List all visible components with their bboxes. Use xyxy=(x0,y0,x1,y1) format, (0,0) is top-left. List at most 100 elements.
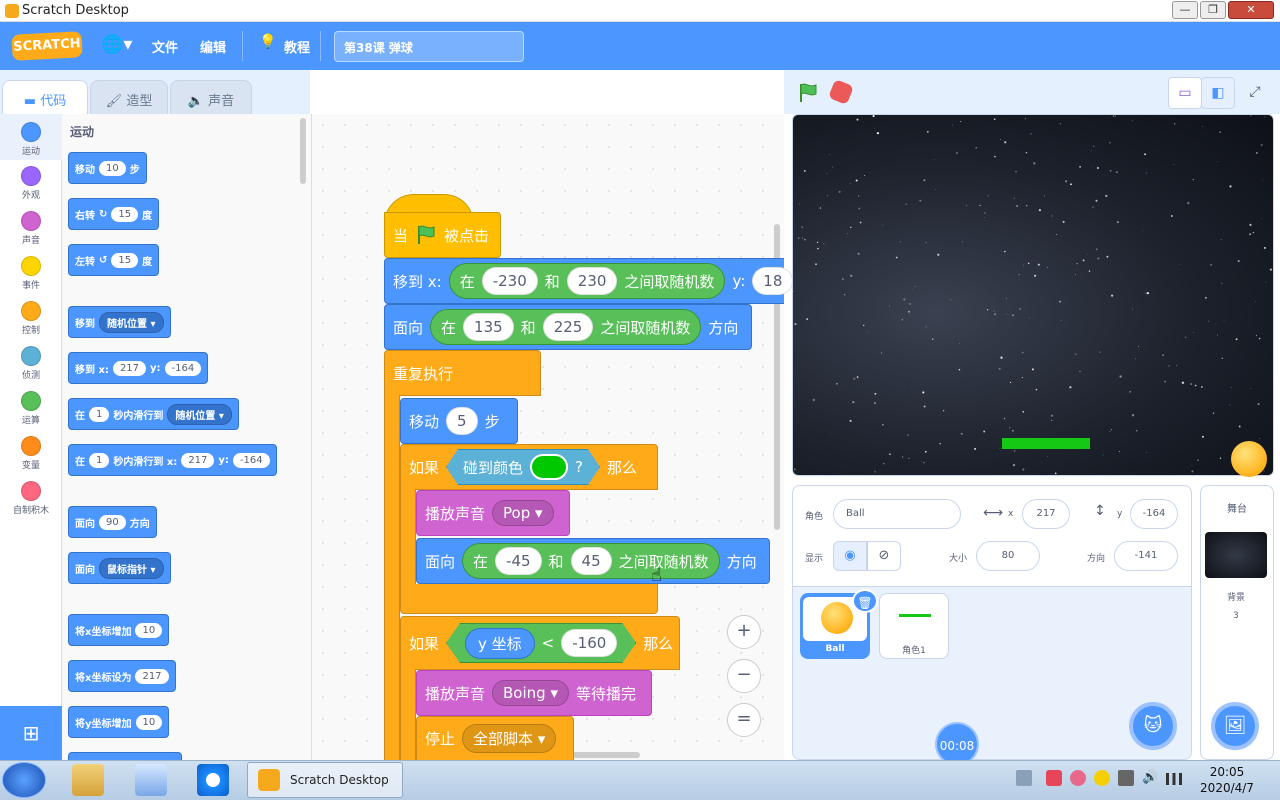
tab-sounds[interactable]: 🔈 声音 xyxy=(170,80,252,114)
menu-file[interactable]: 文件 xyxy=(152,37,178,56)
tray-device-icon[interactable] xyxy=(1118,770,1134,786)
category-my-blocks[interactable]: 自制积木 xyxy=(0,481,62,516)
block-input[interactable]: 217 xyxy=(112,360,147,376)
category-operators[interactable]: 运算 xyxy=(0,391,62,426)
category-motion[interactable]: 运动 xyxy=(0,114,62,160)
play-sound-block[interactable]: 播放声音 Pop ▾ xyxy=(416,490,570,536)
y-input[interactable]: -164 xyxy=(1130,499,1178,529)
play-sound-until-done-block[interactable]: 播放声音 Boing ▾ 等待播完 xyxy=(416,670,652,716)
if-then-block[interactable]: 如果 碰到颜色 ? 那么 xyxy=(400,444,658,490)
zoom-in-button[interactable]: + xyxy=(727,615,761,649)
block-turn-right[interactable]: 右转 ↻ 15 度 xyxy=(68,198,160,230)
less-than-operator[interactable]: y 坐标 < -160 xyxy=(446,623,636,663)
tab-code[interactable]: ▬ 代码 xyxy=(2,80,88,114)
block-input[interactable]: 15 xyxy=(111,252,139,268)
block-point-direction[interactable]: 面向 90 方向 xyxy=(68,506,157,538)
maximize-button[interactable]: ❐ xyxy=(1200,1,1226,19)
go-to-xy-block[interactable]: 移到 x: 在 -230 和 230 之间取随机数 y: 18 xyxy=(384,258,794,304)
block-glide-to-xy[interactable]: 在 1 秒内滑行到 x: 217 y: -164 xyxy=(68,444,277,476)
block-input[interactable]: -164 xyxy=(232,452,270,468)
close-button[interactable]: ✕ xyxy=(1228,1,1274,19)
random-min-input[interactable]: -230 xyxy=(481,267,538,295)
stop-block[interactable]: 停止 全部脚本 ▾ xyxy=(416,716,574,760)
x-input[interactable]: 217 xyxy=(1022,499,1070,529)
minimize-button[interactable]: — xyxy=(1172,1,1198,19)
block-dropdown[interactable]: 鼠标指针 ▾ xyxy=(99,557,164,579)
block-input[interactable]: 10 xyxy=(99,160,126,176)
block-input[interactable]: 10 xyxy=(135,714,163,730)
y-input[interactable]: 18 xyxy=(752,267,794,295)
color-swatch[interactable] xyxy=(530,454,568,480)
taskbar-scratch-desktop[interactable]: Scratch Desktop xyxy=(247,762,403,798)
category-looks[interactable]: 外观 xyxy=(0,166,62,201)
tray-app-icon[interactable] xyxy=(1046,770,1062,786)
sprite-name-input[interactable]: Ball xyxy=(833,499,961,529)
volume-icon[interactable]: 🔊 xyxy=(1142,770,1158,786)
point-in-direction-block[interactable]: 面向 在 135 和 225 之间取随机数 方向 xyxy=(384,304,752,350)
category-variables[interactable]: 变量 xyxy=(0,436,62,471)
y-position-reporter[interactable]: y 坐标 xyxy=(465,628,535,659)
category-sound[interactable]: 声音 xyxy=(0,211,62,246)
sound-dropdown[interactable]: Pop ▾ xyxy=(492,500,554,526)
add-extension-button[interactable]: ⊞ xyxy=(0,706,62,760)
touching-color-reporter[interactable]: 碰到颜色 ? xyxy=(446,449,600,485)
start-button[interactable] xyxy=(2,762,46,798)
when-flag-clicked-block[interactable]: 当 被点击 xyxy=(384,212,501,258)
block-input[interactable]: 15 xyxy=(111,206,139,222)
show-button[interactable]: ◉ xyxy=(833,541,867,571)
category-sensing[interactable]: 侦测 xyxy=(0,346,62,381)
zoom-reset-button[interactable]: = xyxy=(727,703,761,737)
keyboard-icon[interactable] xyxy=(1016,770,1032,786)
random-reporter[interactable]: 在 135 和 225 之间取随机数 xyxy=(430,309,702,345)
block-input[interactable]: 1 xyxy=(89,406,110,422)
block-change-y[interactable]: 将y坐标增加 10 xyxy=(68,706,170,738)
random-min-input[interactable]: 135 xyxy=(463,313,514,341)
block-input[interactable]: 217 xyxy=(135,668,169,684)
paddle-sprite[interactable] xyxy=(1002,438,1090,449)
block-input[interactable]: 90 xyxy=(99,514,126,530)
file-explorer-icon[interactable] xyxy=(72,764,104,796)
steps-input[interactable]: 5 xyxy=(446,407,478,435)
scratch-logo[interactable]: SCRATCH xyxy=(11,31,83,61)
block-input[interactable]: 217 xyxy=(181,452,215,468)
move-steps-block[interactable]: 移动 5 步 xyxy=(400,398,518,444)
block-dropdown[interactable]: 随机位置 ▾ xyxy=(99,311,164,333)
stop-dropdown[interactable]: 全部脚本 ▾ xyxy=(462,724,557,753)
choose-backdrop-button[interactable]: 🖼 xyxy=(1211,702,1259,750)
small-stage-button[interactable]: ▭ xyxy=(1168,77,1202,109)
block-input[interactable]: 1 xyxy=(89,452,110,468)
browser-icon[interactable] xyxy=(197,764,229,796)
network-icon[interactable] xyxy=(1166,773,1182,785)
block-input[interactable]: -164 xyxy=(164,360,202,376)
if-then-block[interactable]: 如果 y 坐标 < -160 那么 xyxy=(400,616,680,670)
random-max-input[interactable]: 45 xyxy=(570,547,612,575)
fullscreen-button[interactable]: ⤢ xyxy=(1238,77,1272,109)
menu-tutorials[interactable]: 教程 xyxy=(284,37,310,56)
block-set-y[interactable] xyxy=(68,752,182,760)
tray-plus-icon[interactable] xyxy=(1094,770,1110,786)
block-point-towards[interactable]: 面向 鼠标指针 ▾ xyxy=(68,552,171,584)
compare-input[interactable]: -160 xyxy=(561,629,617,657)
sound-dropdown[interactable]: Boing ▾ xyxy=(492,680,569,706)
stage-thumbnail[interactable] xyxy=(1205,532,1267,578)
sprite-thumb-paddle[interactable]: 角色1 xyxy=(879,593,949,659)
choose-sprite-button[interactable]: 🐱 xyxy=(1129,702,1177,750)
forever-block[interactable]: 重复执行 xyxy=(384,350,541,396)
random-max-input[interactable]: 225 xyxy=(542,313,594,341)
block-go-to-xy[interactable]: 移到 x: 217 y: -164 xyxy=(68,352,209,384)
delete-sprite-button[interactable]: 🗑 xyxy=(852,589,878,613)
category-events[interactable]: 事件 xyxy=(0,256,62,291)
language-globe-icon[interactable]: 🌐▾ xyxy=(101,34,132,55)
random-reporter[interactable]: 在 -230 和 230 之间取随机数 xyxy=(448,263,726,299)
block-turn-left[interactable]: 左转 ↺ 15 度 xyxy=(68,244,160,276)
taskbar-clock[interactable]: 20:05 2020/4/7 xyxy=(1195,764,1259,796)
stage-canvas[interactable] xyxy=(792,114,1274,476)
tutorials-icon[interactable]: 💡 xyxy=(259,34,276,50)
block-set-x[interactable]: 将x坐标设为 217 xyxy=(68,660,176,692)
green-flag-button[interactable] xyxy=(797,82,819,104)
zoom-out-button[interactable]: − xyxy=(727,659,761,693)
palette-scrollbar[interactable] xyxy=(300,118,306,184)
tray-flower-icon[interactable] xyxy=(1070,770,1086,786)
random-reporter[interactable]: 在 -45 和 45 之间取随机数 xyxy=(462,543,720,579)
point-in-direction-block[interactable]: 面向 在 -45 和 45 之间取随机数 方向 xyxy=(416,538,770,584)
